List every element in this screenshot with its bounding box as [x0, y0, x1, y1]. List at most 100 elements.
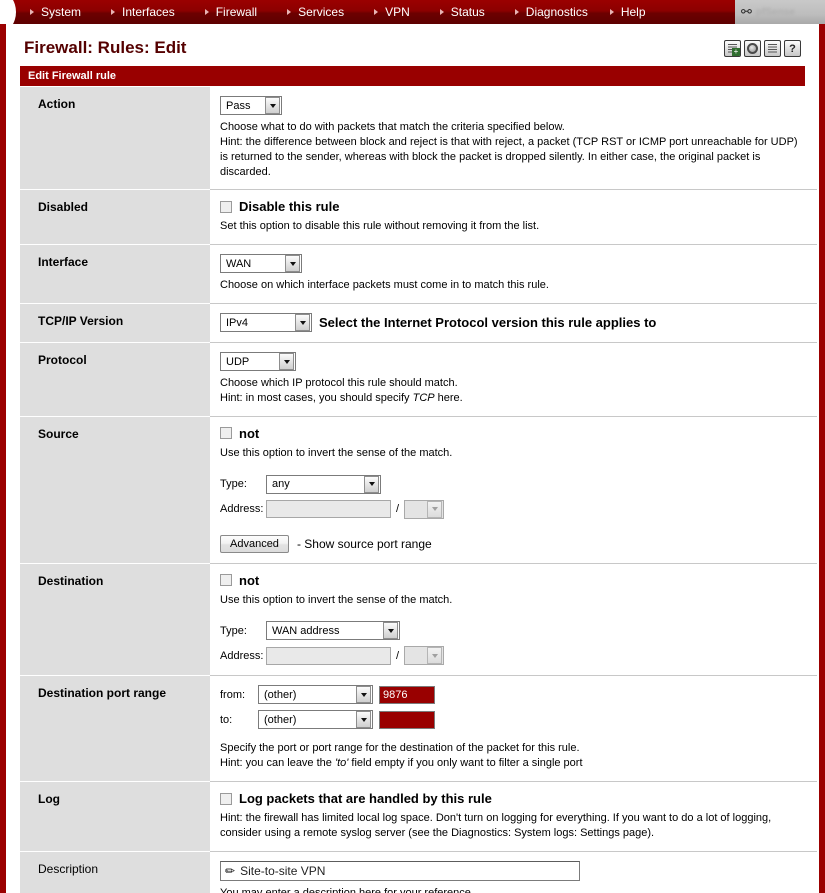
- port-hint-em: 'to': [334, 757, 349, 770]
- destination-mask-select[interactable]: [404, 646, 445, 666]
- destination-not-checkbox[interactable]: [220, 574, 232, 587]
- source-advanced-button[interactable]: Advanced: [220, 534, 289, 553]
- action-help-line2: Hint: the difference between block and r…: [220, 135, 798, 178]
- chevron-down-icon: [356, 686, 371, 704]
- description-help: You may enter a description here for you…: [220, 886, 474, 893]
- nav-label: Interfaces: [122, 5, 175, 19]
- description-input[interactable]: ✏ Site-to-site VPN: [220, 860, 580, 881]
- page-body: Firewall: Rules: Edit + ? Edit Firewall …: [0, 24, 825, 893]
- disk-glyph: [747, 43, 758, 54]
- nav-label: System: [41, 5, 82, 19]
- protocol-select[interactable]: UDP: [220, 352, 296, 372]
- tcpip-version-select[interactable]: IPv4: [220, 313, 312, 333]
- label-disabled: Disabled: [20, 189, 210, 246]
- destination-not-label: not: [239, 572, 260, 588]
- chevron-down-icon: [279, 353, 294, 371]
- nav-item-diagnostics[interactable]: Diagnostics: [514, 5, 588, 19]
- brand-logo: ⚯ pfSense: [735, 0, 825, 24]
- destination-type-select[interactable]: WAN address: [266, 621, 400, 641]
- interface-help: Choose on which interface packets must c…: [220, 279, 549, 292]
- nav-item-status[interactable]: Status: [439, 5, 485, 19]
- port-to-select[interactable]: (other): [258, 710, 373, 730]
- port-to-input[interactable]: [379, 710, 435, 729]
- save-disk-icon[interactable]: [744, 40, 761, 57]
- port-from-input[interactable]: [379, 685, 435, 704]
- port-to-label: to:: [220, 713, 233, 726]
- source-not-help: Use this option to invert the sense of t…: [220, 446, 453, 459]
- chevron-right-icon: [609, 9, 614, 15]
- logo-glyph-icon: ⚯: [741, 4, 752, 19]
- add-new-icon[interactable]: +: [724, 40, 741, 57]
- nav-item-help[interactable]: Help: [609, 5, 646, 19]
- page-header: Firewall: Rules: Edit + ?: [6, 24, 819, 58]
- question-mark-glyph: ?: [789, 42, 796, 55]
- nav-item-vpn[interactable]: VPN: [374, 5, 410, 19]
- action-select[interactable]: Pass: [220, 96, 282, 115]
- field-interface: WAN Choose on which interface packets mu…: [210, 244, 817, 305]
- destination-type-label: Type:: [220, 624, 247, 637]
- label-interface: Interface: [20, 244, 210, 305]
- chevron-right-icon: [514, 9, 519, 15]
- source-not-checkbox[interactable]: [220, 427, 232, 440]
- chevron-down-icon: [265, 97, 280, 114]
- main-navigation: System Interfaces Firewall Services VPN …: [0, 0, 825, 24]
- nav-label: Diagnostics: [525, 5, 588, 19]
- plus-badge-icon: +: [732, 47, 740, 56]
- row-interface: Interface WAN Choose on which interface …: [20, 244, 817, 305]
- nav-item-firewall[interactable]: Firewall: [204, 5, 258, 19]
- source-type-select[interactable]: any: [266, 474, 381, 494]
- action-help-line1: Choose what to do with packets that matc…: [220, 121, 565, 133]
- list-icon[interactable]: [764, 40, 781, 57]
- chevron-down-icon: [364, 475, 379, 493]
- label-description: Description: [20, 851, 210, 893]
- interface-select-value: WAN: [226, 257, 252, 270]
- port-hint-post: field empty if you only want to filter a…: [348, 757, 583, 770]
- nav-item-system[interactable]: System: [30, 5, 81, 19]
- logo-text: pfSense: [755, 6, 795, 18]
- row-destination-port-range: Destination port range from: (other) to:: [20, 675, 817, 783]
- field-protocol: UDP Choose which IP protocol this rule s…: [210, 342, 817, 417]
- label-protocol: Protocol: [20, 342, 210, 417]
- source-address-input[interactable]: [266, 500, 391, 519]
- chevron-down-icon: [356, 711, 371, 729]
- log-packets-label: Log packets that are handled by this rul…: [239, 791, 492, 807]
- field-tcpip-version: IPv4 Select the Internet Protocol versio…: [210, 303, 817, 344]
- address-mask-separator: /: [396, 503, 400, 516]
- description-value: Site-to-site VPN: [240, 863, 326, 878]
- row-tcpip-version: TCP/IP Version IPv4 Select the Internet …: [20, 303, 817, 344]
- port-help-line2: Hint: you can leave the 'to' field empty…: [220, 756, 807, 771]
- chevron-down-icon: [427, 647, 443, 665]
- port-from-select[interactable]: (other): [258, 685, 373, 705]
- chevron-right-icon: [287, 9, 292, 15]
- nav-label: Firewall: [215, 5, 258, 19]
- field-disabled: Disable this rule Set this option to dis…: [210, 189, 817, 246]
- pencil-icon: ✏: [225, 863, 236, 878]
- source-not-label: not: [239, 425, 260, 441]
- port-from-label: from:: [220, 688, 246, 701]
- nav-item-interfaces[interactable]: Interfaces: [111, 5, 175, 19]
- disable-rule-checkbox[interactable]: [220, 200, 232, 213]
- row-protocol: Protocol UDP Choose which IP protocol th…: [20, 342, 817, 417]
- protocol-hint-pre: Hint: in most cases, you should specify: [220, 391, 413, 404]
- chevron-down-icon: [295, 314, 310, 332]
- tcpip-version-value: IPv4: [226, 316, 249, 329]
- destination-not-help: Use this option to invert the sense of t…: [220, 593, 453, 606]
- row-source: Source not Use this option to invert the…: [20, 416, 817, 564]
- label-action: Action: [20, 87, 210, 191]
- interface-select[interactable]: WAN: [220, 254, 302, 274]
- chevron-right-icon: [111, 9, 116, 15]
- help-icon[interactable]: ?: [784, 40, 801, 57]
- source-mask-select[interactable]: [404, 499, 445, 519]
- row-log: Log Log packets that are handled by this…: [20, 781, 817, 852]
- nav-item-services[interactable]: Services: [287, 5, 344, 19]
- field-description: ✏ Site-to-site VPN You may enter a descr…: [210, 851, 817, 893]
- field-source: not Use this option to invert the sense …: [210, 416, 817, 564]
- port-from-select-value: (other): [264, 688, 297, 701]
- log-packets-checkbox[interactable]: [220, 792, 232, 805]
- rule-fields-table: Action Pass Choose what to do with packe…: [20, 87, 817, 893]
- port-hint-pre: Hint: you can leave the: [220, 757, 335, 770]
- chevron-right-icon: [374, 9, 379, 15]
- label-destination: Destination: [20, 563, 210, 677]
- nav-label: Help: [620, 5, 646, 19]
- destination-address-input[interactable]: [266, 646, 391, 665]
